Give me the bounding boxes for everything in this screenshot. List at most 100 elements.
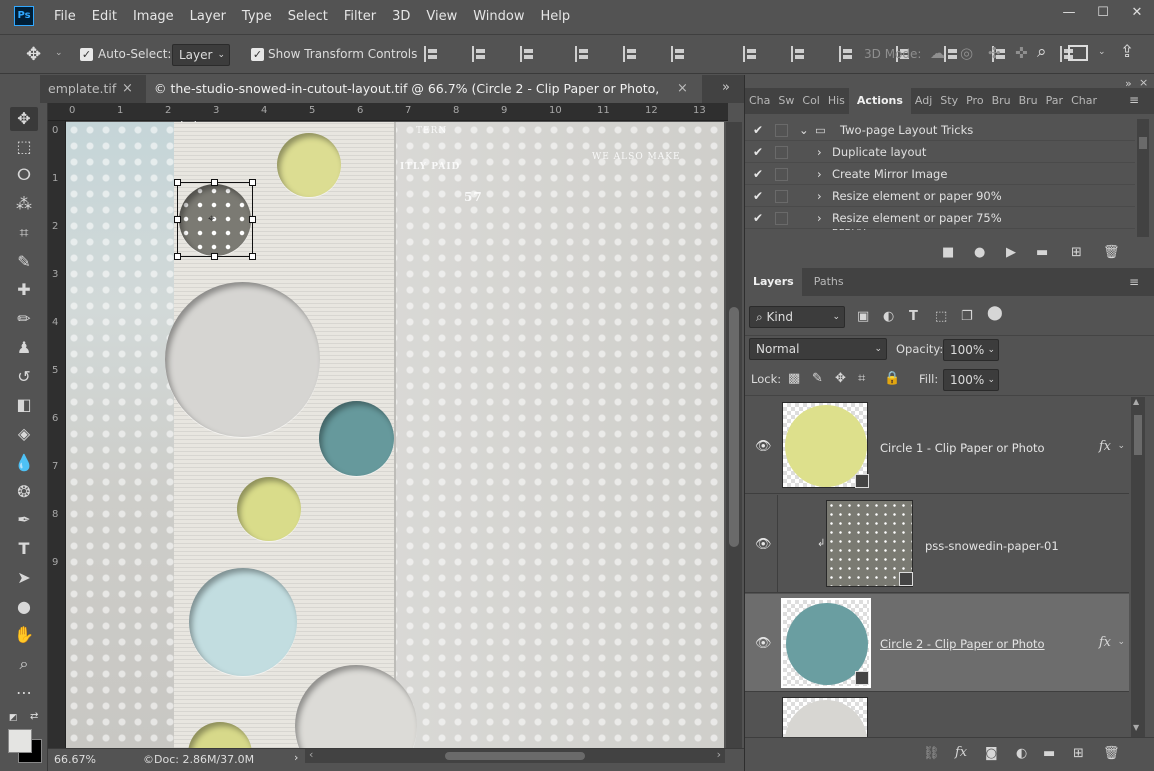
auto-select-dropdown[interactable]: Layer ⌄: [172, 44, 230, 66]
circle-light-blue[interactable]: [189, 568, 297, 676]
hand-tool-icon[interactable]: ✋: [10, 623, 38, 647]
filter-type-icon[interactable]: T: [909, 309, 918, 324]
filter-adjustment-icon[interactable]: ◐: [883, 309, 894, 324]
tab-properties[interactable]: Pro: [962, 88, 987, 114]
blend-mode-dropdown[interactable]: Normal ⌄: [749, 338, 887, 360]
search-icon[interactable]: ⌕: [1037, 42, 1047, 62]
maximize-button[interactable]: ☐: [1086, 0, 1120, 28]
action-set-row[interactable]: ✔ ⌄ ▭ Two-page Layout Tricks: [745, 119, 1135, 141]
layer-name[interactable]: Circle 2 - Clip Paper or Photo: [880, 637, 1045, 651]
layer-row[interactable]: 👁 Circle 1 - Clip Paper or Photo fx ⌄: [745, 397, 1129, 494]
distribute-center-icon[interactable]: [790, 46, 807, 62]
eye-icon[interactable]: 👁: [755, 537, 772, 552]
chevron-right-icon[interactable]: ›: [817, 185, 822, 207]
chevron-down-icon[interactable]: ⌄: [1117, 637, 1125, 647]
trash-icon[interactable]: 🗑: [1103, 746, 1120, 761]
tab-color[interactable]: Col: [798, 88, 823, 114]
action-row[interactable]: ✔ › Resize element or paper 75%: [745, 207, 1135, 229]
fx-icon[interactable]: fx: [1099, 439, 1111, 454]
action-row-partial[interactable]: DEDMA: [745, 229, 1135, 237]
panel-menu-icon[interactable]: ≡: [1129, 275, 1139, 289]
close-tab-icon[interactable]: ×: [122, 75, 133, 103]
tab-adjustments[interactable]: Adj: [911, 88, 936, 114]
lock-image-icon[interactable]: ✎: [812, 371, 823, 386]
layers-scrollbar[interactable]: ▲ ▼: [1131, 397, 1145, 737]
zoom-tool-icon[interactable]: ⌕: [10, 652, 38, 676]
align-horizontal-center-icon[interactable]: [623, 46, 639, 62]
edit-toolbar-icon[interactable]: ⋯: [10, 681, 38, 705]
horizontal-scrollbar[interactable]: ‹ ›: [305, 748, 725, 763]
vertical-scrollbar[interactable]: [726, 122, 742, 748]
3d-slide-icon[interactable]: ✜: [1015, 44, 1028, 62]
move-tool-icon[interactable]: ✥: [26, 44, 41, 65]
lock-transparent-icon[interactable]: ▩: [788, 371, 800, 386]
auto-select-checkbox[interactable]: ✓: [80, 48, 93, 61]
transform-handle[interactable]: [211, 253, 218, 260]
tool-preset-chevron-icon[interactable]: ⌄: [55, 48, 63, 58]
layer-row-selected[interactable]: 👁 Circle 2 - Clip Paper or Photo fx ⌄: [745, 594, 1129, 692]
chevron-right-icon[interactable]: ›: [817, 207, 822, 229]
dodge-tool-icon[interactable]: ❂: [10, 480, 38, 504]
tab-styles[interactable]: Sty: [936, 88, 962, 114]
transform-handle[interactable]: [174, 216, 181, 223]
chevron-right-icon[interactable]: ›: [817, 141, 822, 163]
transform-handle[interactable]: [249, 253, 256, 260]
stop-icon[interactable]: ■: [942, 245, 954, 260]
action-row[interactable]: ✔ › Resize element or paper 90%: [745, 185, 1135, 207]
brush-tool-icon[interactable]: ✏: [10, 307, 38, 331]
action-row[interactable]: ✔ › Duplicate layout: [745, 141, 1135, 163]
new-layer-icon[interactable]: ⊞: [1073, 746, 1084, 761]
layer-name[interactable]: pss-snowedin-paper-01: [925, 539, 1059, 553]
add-style-icon[interactable]: fx: [955, 745, 967, 760]
layer-name[interactable]: Circle 1 - Clip Paper or Photo: [880, 441, 1045, 455]
layer-thumbnail[interactable]: [782, 697, 868, 737]
ellipse-tool-icon[interactable]: ●: [10, 595, 38, 619]
default-colors-icon[interactable]: ◩: [9, 713, 18, 723]
eye-icon[interactable]: 👁: [755, 439, 772, 454]
move-tool-icon[interactable]: ✥: [10, 107, 38, 131]
eye-icon[interactable]: 👁: [755, 636, 772, 651]
vertical-scroll-thumb[interactable]: [729, 307, 739, 547]
filter-pixel-icon[interactable]: ▣: [857, 309, 869, 324]
dialog-toggle[interactable]: [775, 212, 788, 225]
crop-tool-icon[interactable]: ⌗: [10, 221, 38, 245]
transform-handle[interactable]: [211, 179, 218, 186]
pen-tool-icon[interactable]: ✒: [10, 508, 38, 532]
fill-input[interactable]: 100% ⌄: [943, 369, 999, 391]
tab-actions[interactable]: Actions: [848, 88, 911, 114]
transform-handle[interactable]: [174, 253, 181, 260]
tab-layers[interactable]: Layers: [745, 268, 802, 296]
transform-center-icon[interactable]: ⌖: [208, 211, 215, 226]
checkmark-icon[interactable]: ✔: [753, 207, 763, 229]
foreground-color-swatch[interactable]: [8, 729, 32, 753]
align-top-icon[interactable]: [424, 46, 440, 62]
layer-filter-dropdown[interactable]: ⌕ Kind ⌄: [749, 306, 845, 328]
chevron-right-icon[interactable]: ›: [817, 163, 822, 185]
align-vertical-center-icon[interactable]: [471, 46, 488, 62]
record-icon[interactable]: ●: [974, 245, 985, 260]
magic-wand-tool-icon[interactable]: ⁂: [10, 192, 38, 216]
dialog-toggle[interactable]: [775, 168, 788, 181]
menu-3d[interactable]: 3D: [384, 0, 418, 34]
circle-teal[interactable]: [319, 401, 394, 476]
transform-handle[interactable]: [174, 179, 181, 186]
clone-stamp-tool-icon[interactable]: ♟: [10, 336, 38, 360]
scroll-right-icon[interactable]: ›: [717, 748, 721, 761]
align-bottom-icon[interactable]: [519, 46, 536, 62]
tab-brush-settings[interactable]: Bru: [1015, 88, 1042, 114]
link-layers-icon[interactable]: ⛓: [923, 746, 940, 761]
menu-filter[interactable]: Filter: [336, 0, 384, 34]
menu-view[interactable]: View: [418, 0, 465, 34]
scroll-left-icon[interactable]: ‹: [309, 748, 313, 761]
menu-type[interactable]: Type: [234, 0, 280, 34]
tab-paths[interactable]: Paths: [802, 268, 856, 296]
menu-edit[interactable]: Edit: [84, 0, 125, 34]
align-left-icon[interactable]: [575, 46, 591, 62]
blur-tool-icon[interactable]: 💧: [10, 451, 38, 475]
filter-smart-object-icon[interactable]: ❐: [961, 309, 973, 324]
tab-brushes[interactable]: Bru: [988, 88, 1015, 114]
new-group-folder-icon[interactable]: ▬: [1043, 746, 1055, 761]
close-tab-icon[interactable]: ×: [677, 75, 688, 103]
menu-layer[interactable]: Layer: [182, 0, 234, 34]
transform-bounding-box[interactable]: [177, 182, 253, 257]
